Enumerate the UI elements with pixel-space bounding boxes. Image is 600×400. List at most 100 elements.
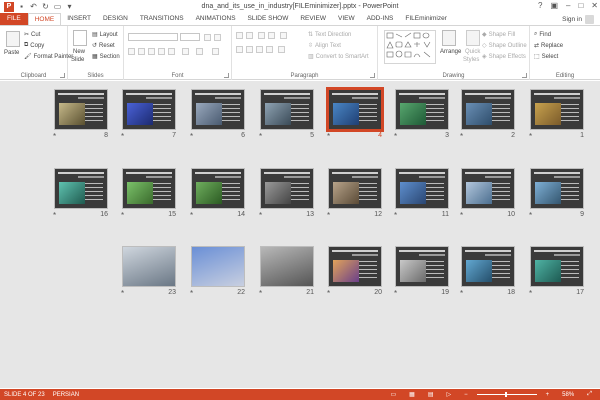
- customize-qat-icon[interactable]: ▾: [65, 2, 74, 11]
- select-button[interactable]: ⬚ Select: [534, 53, 558, 61]
- slide-sorter-view-icon[interactable]: ▦: [405, 391, 419, 398]
- slide-thumbnail[interactable]: [328, 168, 382, 209]
- slide-thumbnail[interactable]: [530, 168, 584, 209]
- quick-styles-button[interactable]: Quick: [465, 49, 480, 55]
- slide-thumbnail[interactable]: [54, 89, 108, 130]
- slide-thumbnail[interactable]: [260, 89, 314, 130]
- columns-icon[interactable]: [278, 46, 285, 53]
- tab-home[interactable]: HOME: [27, 13, 62, 25]
- format-painter-button[interactable]: 🖌 Format Painter: [24, 53, 73, 61]
- character-spacing-icon[interactable]: [182, 48, 189, 55]
- convert-smartart-button[interactable]: ▥ Convert to SmartArt: [308, 53, 369, 61]
- slide-thumbnail[interactable]: [395, 168, 449, 209]
- tab-transitions[interactable]: TRANSITIONS: [134, 13, 190, 25]
- slide-animation-star-icon[interactable]: *: [259, 211, 262, 220]
- align-left-icon[interactable]: [236, 46, 243, 53]
- copy-button[interactable]: ⧉ Copy: [24, 42, 44, 49]
- tab-file[interactable]: FILE: [0, 13, 28, 25]
- bold-icon[interactable]: [128, 48, 135, 55]
- text-direction-button[interactable]: ⇅ Text Direction: [308, 31, 351, 39]
- start-slideshow-icon[interactable]: ▭: [53, 2, 62, 11]
- ribbon-display-icon[interactable]: ▣: [550, 1, 558, 10]
- slide-animation-star-icon[interactable]: *: [529, 132, 532, 141]
- sign-in-label[interactable]: Sign in: [562, 16, 582, 23]
- layout-button[interactable]: ▤ Layout: [92, 31, 118, 39]
- zoom-level[interactable]: 58%: [558, 392, 578, 398]
- shape-effects-button[interactable]: ◈ Shape Effects: [482, 53, 526, 61]
- zoom-out-icon[interactable]: −: [460, 392, 472, 398]
- slide-thumbnail[interactable]: [122, 246, 176, 287]
- slide-animation-star-icon[interactable]: *: [394, 211, 397, 220]
- close-icon[interactable]: ✕: [591, 1, 598, 10]
- slide-animation-star-icon[interactable]: *: [121, 289, 124, 298]
- slide-sorter[interactable]: 1 * 2 * 3 * 4 * 5 * 6 * 7 * 8 * 9 * 10 * 11 * 12 * 13 * 14 * 15 * 16 * 1…: [0, 81, 600, 388]
- redo-icon[interactable]: ↻: [41, 2, 50, 11]
- align-right-icon[interactable]: [256, 46, 263, 53]
- zoom-in-icon[interactable]: +: [542, 392, 554, 398]
- slide-thumbnail[interactable]: [191, 246, 245, 287]
- slide-animation-star-icon[interactable]: *: [460, 211, 463, 220]
- underline-icon[interactable]: [148, 48, 155, 55]
- slide-animation-star-icon[interactable]: *: [53, 211, 56, 220]
- slide-thumbnail[interactable]: [122, 89, 176, 130]
- font-color-icon[interactable]: [212, 48, 219, 55]
- slide-animation-star-icon[interactable]: *: [53, 132, 56, 141]
- slide-thumbnail[interactable]: [260, 168, 314, 209]
- bullets-icon[interactable]: [236, 32, 243, 39]
- undo-icon[interactable]: ↶: [29, 2, 38, 11]
- sign-in[interactable]: Sign in: [562, 15, 594, 24]
- tab-review[interactable]: REVIEW: [294, 13, 332, 25]
- paste-icon[interactable]: [6, 31, 20, 47]
- change-case-icon[interactable]: [196, 48, 203, 55]
- font-name-combo[interactable]: [128, 33, 178, 41]
- tab-insert[interactable]: INSERT: [61, 13, 97, 25]
- slide-animation-star-icon[interactable]: *: [121, 132, 124, 141]
- zoom-slider[interactable]: [476, 392, 537, 397]
- arrange-button[interactable]: Arrange: [440, 49, 461, 55]
- italic-icon[interactable]: [138, 48, 145, 55]
- slide-animation-star-icon[interactable]: *: [259, 132, 262, 141]
- slide-animation-star-icon[interactable]: *: [529, 211, 532, 220]
- cut-button[interactable]: ✂ Cut: [24, 31, 40, 39]
- paste-button[interactable]: Paste: [4, 50, 19, 56]
- slide-animation-star-icon[interactable]: *: [190, 132, 193, 141]
- align-text-button[interactable]: ⇳ Align Text: [308, 42, 341, 50]
- grow-font-icon[interactable]: [204, 34, 211, 41]
- new-slide-button[interactable]: New: [73, 49, 85, 55]
- tab-slide-show[interactable]: SLIDE SHOW: [242, 13, 295, 25]
- font-size-combo[interactable]: [180, 33, 200, 41]
- slide-thumbnail[interactable]: [461, 246, 515, 287]
- slide-thumbnail[interactable]: [191, 89, 245, 130]
- slide-thumbnail[interactable]: [328, 246, 382, 287]
- shape-outline-button[interactable]: ◇ Shape Outline: [482, 42, 527, 50]
- slide-thumbnail[interactable]: [260, 246, 314, 287]
- quick-styles-icon[interactable]: [466, 30, 480, 46]
- slide-thumbnail[interactable]: [326, 87, 384, 132]
- justify-icon[interactable]: [266, 46, 273, 53]
- tab-fileminimizer[interactable]: FILEminimizer: [399, 13, 453, 25]
- minimize-icon[interactable]: –: [566, 1, 570, 10]
- slide-thumbnail[interactable]: [530, 89, 584, 130]
- normal-view-icon[interactable]: ▭: [387, 391, 401, 398]
- decrease-indent-icon[interactable]: [258, 32, 265, 39]
- new-slide-icon[interactable]: [73, 30, 87, 46]
- save-icon[interactable]: ▪: [17, 2, 26, 11]
- language-indicator[interactable]: PERSIAN: [49, 392, 83, 398]
- find-button[interactable]: ⌕ Find: [534, 31, 551, 38]
- slide-thumbnail[interactable]: [461, 168, 515, 209]
- align-center-icon[interactable]: [246, 46, 253, 53]
- slide-thumbnail[interactable]: [395, 246, 449, 287]
- slide-animation-star-icon[interactable]: *: [394, 132, 397, 141]
- tab-view[interactable]: VIEW: [332, 13, 361, 25]
- shrink-font-icon[interactable]: [214, 34, 221, 41]
- shape-fill-button[interactable]: ◆ Shape Fill: [482, 31, 515, 39]
- tab-add-ins[interactable]: ADD-INS: [361, 13, 400, 25]
- slide-animation-star-icon[interactable]: *: [460, 289, 463, 298]
- numbering-icon[interactable]: [246, 32, 253, 39]
- tab-design[interactable]: DESIGN: [97, 13, 134, 25]
- reset-button[interactable]: ↺ Reset: [92, 42, 115, 50]
- slide-thumbnail[interactable]: [461, 89, 515, 130]
- slide-animation-star-icon[interactable]: *: [460, 132, 463, 141]
- slide-animation-star-icon[interactable]: *: [327, 132, 330, 141]
- slide-animation-star-icon[interactable]: *: [190, 211, 193, 220]
